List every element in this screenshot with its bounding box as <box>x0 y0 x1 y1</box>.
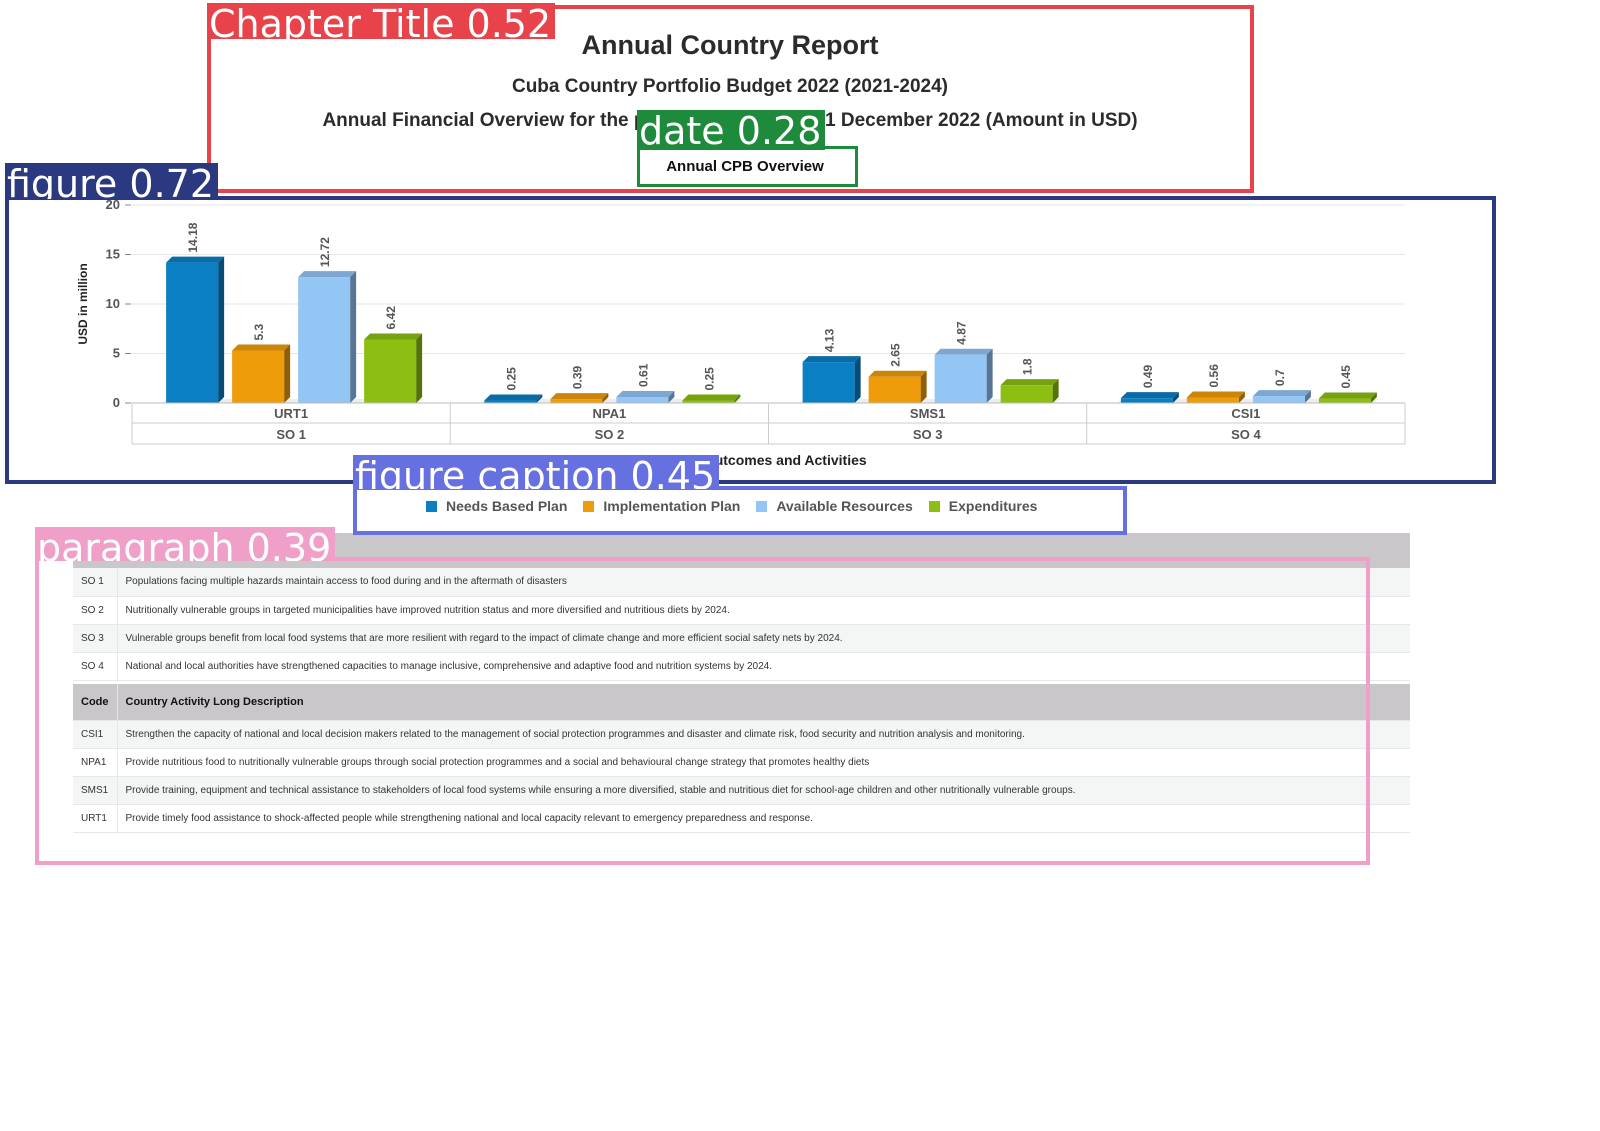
date-label: date 0.28 <box>637 110 826 150</box>
paragraph-box <box>35 557 1370 865</box>
date-box <box>637 146 858 187</box>
figure-box <box>5 196 1496 484</box>
figure-caption-box <box>353 486 1127 535</box>
figure-caption-label: figure caption 0.45 <box>353 455 720 489</box>
paragraph-label: paragraph 0.39 <box>35 527 336 561</box>
figure-label: figure 0.72 <box>5 163 218 199</box>
chapter-title-label: Chapter Title 0.52 <box>207 3 556 39</box>
